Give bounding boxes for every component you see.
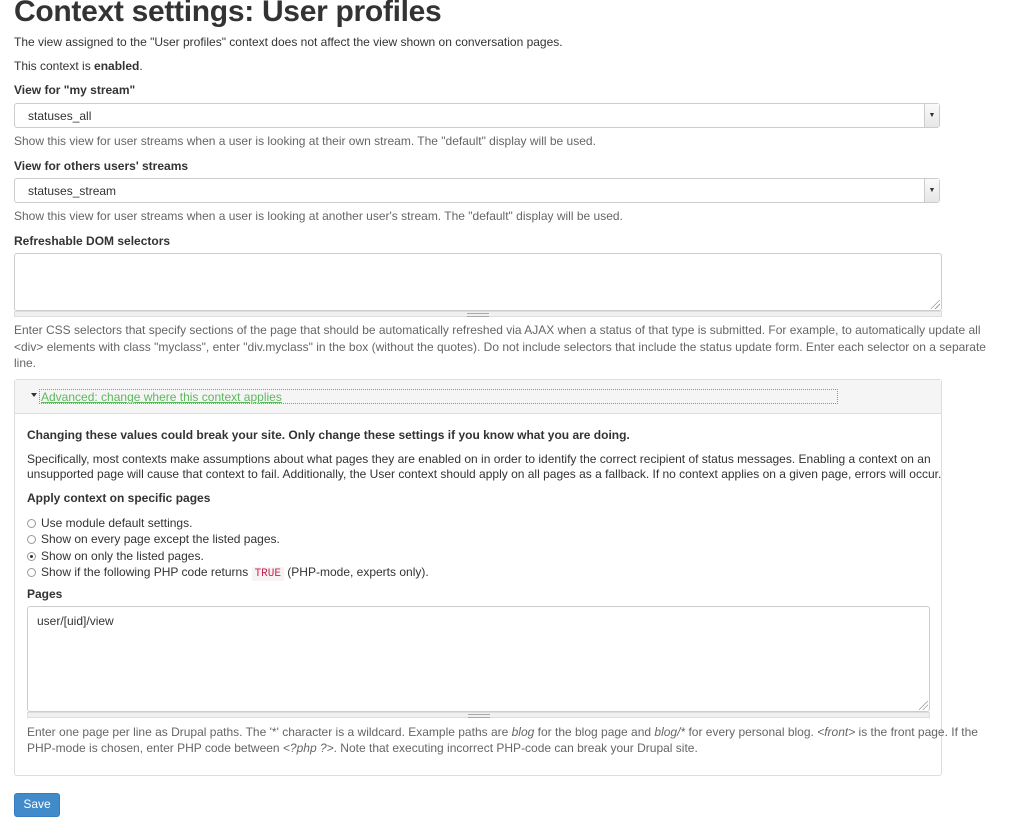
selectors-grippie[interactable] <box>14 311 942 317</box>
others-stream-value: statuses_stream <box>28 184 117 198</box>
pages-help-text2: for the blog page and <box>534 725 655 739</box>
my-stream-value: statuses_all <box>28 109 92 123</box>
others-stream-label: View for others users' streams <box>14 159 189 173</box>
chevron-down-icon: ▼ <box>924 179 939 202</box>
php-mode-label-after: (PHP-mode, experts only). <box>283 565 429 579</box>
my-stream-label: View for "my stream" <box>14 83 136 97</box>
radio-every-except-label[interactable]: Show on every page except the listed pag… <box>41 531 280 548</box>
pages-help-blogstar: blog/* <box>654 725 686 739</box>
selectors-label: Refreshable DOM selectors <box>14 234 171 248</box>
radio-only-listed[interactable] <box>27 552 36 561</box>
pages-help-text4: is the front page. If the <box>855 725 978 739</box>
chevron-down-icon: ▼ <box>924 104 939 127</box>
page-title: Context settings: User profiles <box>14 0 442 28</box>
pages-help-text1: Enter one page per line as Drupal paths.… <box>27 725 512 739</box>
pages-textarea[interactable]: user/[uid]/view <box>27 606 930 712</box>
apply-context-label: Apply context on specific pages <box>27 491 211 505</box>
advanced-desc-line2: unsupported page will cause that context… <box>27 467 942 481</box>
pages-help-blog: blog <box>511 725 535 739</box>
pages-help-line1: Enter one page per line as Drupal paths.… <box>27 724 978 741</box>
resize-handle-icon[interactable] <box>919 701 928 710</box>
radio-only-listed-label[interactable]: Show on only the listed pages. <box>41 548 204 565</box>
radio-php-mode[interactable] <box>27 568 36 577</box>
status-suffix: . <box>139 59 143 73</box>
selectors-help-line1: Enter CSS selectors that specify section… <box>14 323 981 337</box>
pages-help-text3: for every personal blog. <box>685 725 818 739</box>
advanced-warning: Changing these values could break your s… <box>27 428 630 442</box>
selectors-help-line2: <div> elements with class "myclass", ent… <box>14 340 986 354</box>
intro-text: The view assigned to the "User profiles"… <box>14 35 563 49</box>
advanced-toggle-link[interactable]: Advanced: change where this context appl… <box>39 389 838 404</box>
status-value: enabled <box>94 59 140 73</box>
radio-php-mode-label[interactable]: Show if the following PHP code returns T… <box>41 564 429 583</box>
radio-every-except[interactable] <box>27 535 36 544</box>
status-text: This context is enabled. <box>14 58 143 75</box>
advanced-fieldset: Advanced: change where this context appl… <box>14 379 978 776</box>
resize-handle-icon[interactable] <box>931 300 940 309</box>
pages-grippie[interactable] <box>27 712 930 718</box>
caret-down-icon[interactable] <box>31 393 37 397</box>
pages-help-front: <front> <box>817 725 856 739</box>
pages-help-line2: PHP-mode is chosen, enter PHP code betwe… <box>27 740 698 757</box>
my-stream-help: Show this view for user streams when a u… <box>14 134 596 148</box>
php-mode-label-before: Show if the following PHP code returns <box>41 565 252 579</box>
selectors-help-line3: line. <box>14 356 37 370</box>
save-button[interactable]: Save <box>14 793 60 817</box>
others-stream-help: Show this view for user streams when a u… <box>14 209 623 223</box>
radio-use-default[interactable] <box>27 519 36 528</box>
my-stream-select[interactable]: statuses_all ▼ <box>14 103 940 128</box>
pages-value: user/[uid]/view <box>37 614 114 628</box>
advanced-fieldset-header: Advanced: change where this context appl… <box>15 380 941 414</box>
pages-help-text5: PHP-mode is chosen, enter PHP code betwe… <box>27 741 283 755</box>
pages-help-php: <?php ?> <box>282 741 334 755</box>
status-prefix: This context is <box>14 59 95 73</box>
radio-use-default-label[interactable]: Use module default settings. <box>41 515 192 532</box>
pages-help-text6: . Note that executing incorrect PHP-code… <box>333 741 698 755</box>
others-stream-select[interactable]: statuses_stream ▼ <box>14 178 940 203</box>
pages-label: Pages <box>27 587 63 601</box>
php-true-code: TRUE <box>251 567 284 581</box>
selectors-textarea[interactable] <box>14 253 942 311</box>
